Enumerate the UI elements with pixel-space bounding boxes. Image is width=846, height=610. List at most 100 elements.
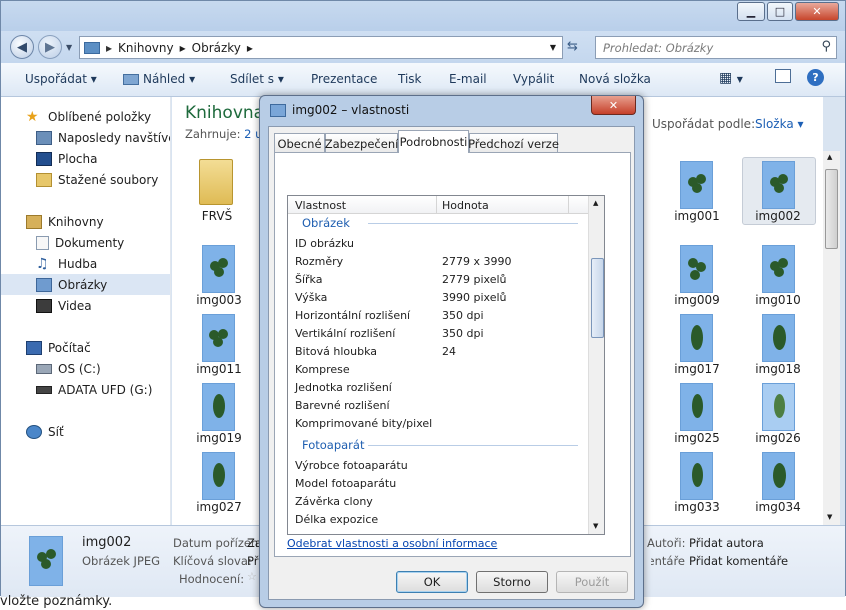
preview-pane-icon[interactable] <box>775 69 791 83</box>
file-label[interactable]: img025 <box>657 431 737 445</box>
image-thumbnail[interactable] <box>762 452 795 500</box>
folder-label[interactable]: FRVŠ <box>177 209 257 223</box>
print-button[interactable]: Tisk <box>398 72 422 86</box>
nav-pictures[interactable]: Obrázky <box>1 274 170 295</box>
scroll-down-icon[interactable]: ▼ <box>827 513 832 521</box>
property-row[interactable]: Barevné rozlišení <box>288 396 588 414</box>
image-thumbnail[interactable] <box>762 161 795 209</box>
file-label[interactable]: img019 <box>179 431 259 445</box>
back-button[interactable]: ◀ <box>10 35 34 59</box>
authors-value[interactable]: Přidat autora <box>689 536 764 550</box>
image-thumbnail[interactable] <box>202 314 235 362</box>
address-dropdown-icon[interactable]: ▼ <box>550 43 556 52</box>
tags-value[interactable]: Př <box>247 554 258 568</box>
image-thumbnail[interactable] <box>202 452 235 500</box>
property-row[interactable]: ID obrázku <box>288 234 588 252</box>
email-button[interactable]: E-mail <box>449 72 487 86</box>
file-label[interactable]: img011 <box>179 362 259 376</box>
file-label[interactable]: img017 <box>657 362 737 376</box>
refresh-icon[interactable]: ⇆ <box>567 39 578 54</box>
breadcrumb-pictures[interactable]: Obrázky <box>192 41 241 55</box>
image-thumbnail[interactable] <box>762 383 795 431</box>
nav-os-drive[interactable]: OS (C:) <box>1 358 170 379</box>
file-label[interactable]: img027 <box>179 500 259 514</box>
rating-stars[interactable]: ☆ <box>247 570 257 583</box>
minimize-button[interactable]: ▁ <box>737 2 765 21</box>
comments-value[interactable]: Přidat komentáře <box>689 554 788 568</box>
image-thumbnail[interactable] <box>762 314 795 362</box>
property-row[interactable]: Horizontální rozlišení 350 dpi <box>288 306 588 324</box>
file-label[interactable]: img003 <box>179 293 259 307</box>
image-thumbnail[interactable] <box>202 245 235 293</box>
dialog-close-button[interactable]: ✕ <box>591 96 636 115</box>
recent-pages-dropdown[interactable]: ▼ <box>66 43 72 52</box>
breadcrumb-libraries[interactable]: Knihovny <box>118 41 174 55</box>
file-label[interactable]: img009 <box>657 293 737 307</box>
property-row[interactable]: Rozměry 2779 x 3990 <box>288 252 588 270</box>
nav-desktop[interactable]: Plocha <box>1 148 170 169</box>
column-value[interactable]: Hodnota <box>442 199 489 212</box>
property-row[interactable]: Šířka 2779 pixelů <box>288 270 588 288</box>
image-thumbnail[interactable] <box>680 383 713 431</box>
file-label[interactable]: img018 <box>738 362 818 376</box>
address-bar[interactable]: ▸ Knihovny ▸ Obrázky ▸ ▼ <box>79 36 563 59</box>
organize-button[interactable]: Uspořádat ▾ <box>25 72 97 86</box>
property-row[interactable]: Délka expozice <box>288 510 588 528</box>
vertical-scrollbar[interactable]: ▲ ▼ <box>823 151 840 525</box>
maximize-button[interactable]: □ <box>767 2 793 21</box>
view-options-icon[interactable]: ▦ ▼ <box>719 70 743 86</box>
search-icon[interactable]: ⚲ <box>821 39 831 54</box>
burn-button[interactable]: Vypálit <box>513 72 554 86</box>
tab-details[interactable]: Podrobnosti <box>398 130 469 153</box>
property-row[interactable]: Výška 3990 pixelů <box>288 288 588 306</box>
property-row[interactable]: Vertikální rozlišení 350 dpi <box>288 324 588 342</box>
ok-button[interactable]: OK <box>396 571 468 593</box>
nav-recent[interactable]: Naposledy navštíver <box>1 127 170 148</box>
nav-videos[interactable]: Videa <box>1 295 170 316</box>
remove-properties-link[interactable]: Odebrat vlastnosti a osobní informace <box>287 537 497 550</box>
share-button[interactable]: Sdílet s ▾ <box>230 72 284 86</box>
image-thumbnail[interactable] <box>680 314 713 362</box>
help-icon[interactable]: ? <box>807 69 824 86</box>
nav-downloads[interactable]: Stažené soubory <box>1 169 170 190</box>
file-label[interactable]: img026 <box>738 431 818 445</box>
scroll-up-icon[interactable]: ▲ <box>593 199 598 207</box>
search-input[interactable]: Prohledat: Obrázky ⚲ <box>595 36 837 59</box>
image-thumbnail[interactable] <box>680 245 713 293</box>
property-row[interactable]: Model fotoaparátu <box>288 474 588 492</box>
image-thumbnail[interactable] <box>202 383 235 431</box>
tab-previous-versions[interactable]: Předchozí verze <box>468 133 559 153</box>
tab-security[interactable]: Zabezpečení <box>325 133 398 153</box>
file-label[interactable]: img033 <box>657 500 737 514</box>
scroll-down-icon[interactable]: ▼ <box>593 522 598 530</box>
nav-libraries[interactable]: Knihovny <box>1 211 170 232</box>
property-row[interactable]: Komprimované bity/pixel <box>288 414 588 432</box>
file-label[interactable]: img034 <box>738 500 818 514</box>
file-label[interactable]: img002 <box>738 209 818 223</box>
apply-button[interactable]: Použít <box>556 571 628 593</box>
image-thumbnail[interactable] <box>762 245 795 293</box>
property-row[interactable]: Komprese <box>288 360 588 378</box>
image-thumbnail[interactable] <box>680 161 713 209</box>
property-row[interactable]: Výrobce fotoaparátu <box>288 456 588 474</box>
new-folder-button[interactable]: Nová složka <box>579 72 651 86</box>
preview-button[interactable]: Náhled ▾ <box>123 72 195 86</box>
folder-icon[interactable] <box>199 159 233 205</box>
file-label[interactable]: img001 <box>657 209 737 223</box>
scrollbar-thumb[interactable] <box>591 258 604 338</box>
file-label[interactable]: img010 <box>738 293 818 307</box>
nav-favorites[interactable]: ★ Oblíbené položky <box>1 106 170 127</box>
nav-computer[interactable]: Počítač <box>1 337 170 358</box>
nav-documents[interactable]: Dokumenty <box>1 232 170 253</box>
nav-music[interactable]: ♫ Hudba <box>1 253 170 274</box>
tab-general[interactable]: Obecné <box>274 133 325 153</box>
forward-button[interactable]: ▶ <box>38 35 62 59</box>
arrange-by-dropdown[interactable]: Složka ▾ <box>755 117 804 131</box>
slideshow-button[interactable]: Prezentace <box>311 72 377 86</box>
cancel-button[interactable]: Storno <box>476 571 548 593</box>
nav-usb-drive[interactable]: ADATA UFD (G:) <box>1 379 170 400</box>
scrollbar-thumb[interactable] <box>825 169 838 249</box>
property-row[interactable]: Jednotka rozlišení <box>288 378 588 396</box>
scroll-up-icon[interactable]: ▲ <box>827 153 832 161</box>
close-button[interactable]: ✕ <box>795 2 839 21</box>
